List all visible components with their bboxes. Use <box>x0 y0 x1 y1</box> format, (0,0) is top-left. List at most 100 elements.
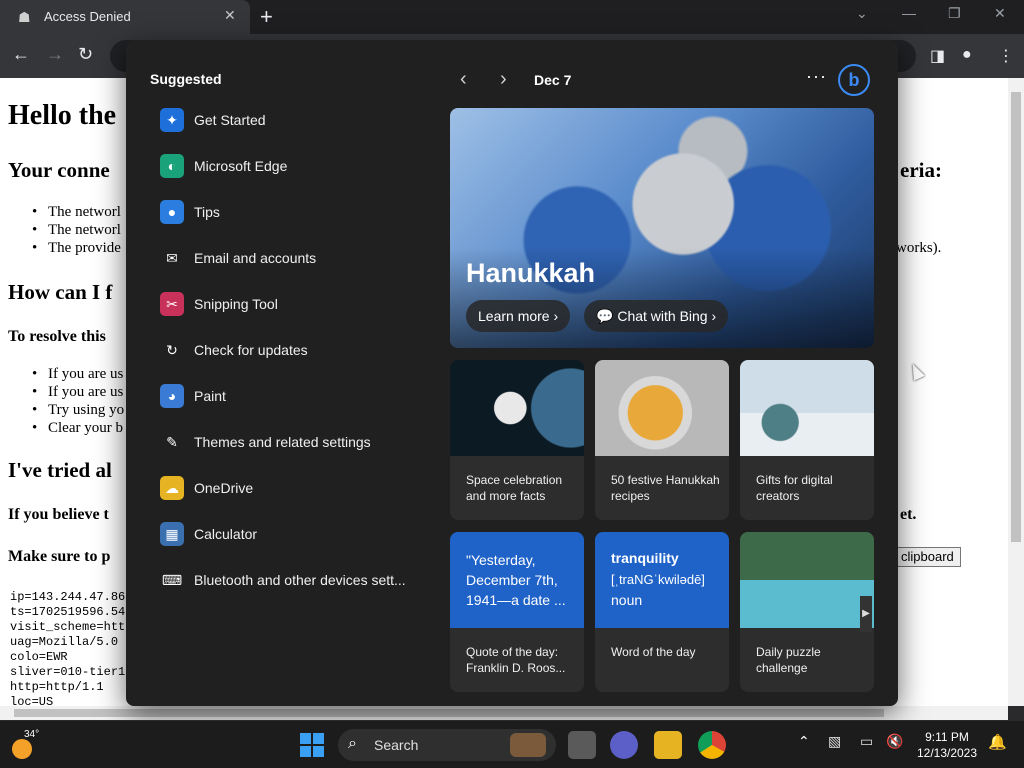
notification-bell-icon[interactable]: 🔔 <box>988 733 1007 751</box>
suggested-item-label: Paint <box>194 388 226 404</box>
weather-widget[interactable]: 34° <box>10 729 50 761</box>
clock-time: 9:11 PM <box>925 730 969 744</box>
astronaut-image <box>450 360 584 456</box>
list-item: If you are us <box>32 366 123 383</box>
previous-day-icon[interactable]: ‹ <box>460 68 467 91</box>
scrollbar-thumb[interactable] <box>1011 92 1021 542</box>
list-item: The provide <box>32 240 121 257</box>
chevron-right-icon: › <box>553 308 559 324</box>
chrome-icon[interactable] <box>698 731 726 759</box>
suggested-item[interactable]: ✂ Snipping Tool <box>150 284 420 324</box>
scroll-right-icon[interactable]: ▶ <box>860 596 872 632</box>
card-caption: Daily puzzle challenge <box>756 645 821 675</box>
gifts-image <box>740 360 874 456</box>
suggested-item-label: Calculator <box>194 526 258 542</box>
list-item: If you are us <box>32 384 123 401</box>
profile-icon[interactable]: ● <box>962 46 972 64</box>
card-caption: Quote of the day: Franklin D. Roos... <box>466 645 566 675</box>
suggested-item[interactable]: ◐ Microsoft Edge <box>150 146 420 186</box>
recipes-image <box>595 360 729 456</box>
teams-icon[interactable] <box>610 731 638 759</box>
bing-icon[interactable]: b <box>838 64 870 96</box>
suggested-item-label: Check for updates <box>194 342 308 358</box>
suggested-item[interactable]: ▦ Calculator <box>150 514 420 554</box>
chat-with-bing-button[interactable]: 💬 Chat with Bing › <box>584 300 729 332</box>
debug-line: uag=Mozilla/5.0 <box>10 635 119 649</box>
suggested-item[interactable]: ⌨ Bluetooth and other devices sett... <box>150 560 420 600</box>
believe-heading-tail: et. <box>900 506 917 523</box>
daily-puzzle-card[interactable]: Daily puzzle challenge <box>740 532 874 692</box>
suggested-item[interactable]: ☁ OneDrive <box>150 468 420 508</box>
suggested-item[interactable]: ✎ Themes and related settings <box>150 422 420 462</box>
connection-heading: Your conne <box>8 158 110 182</box>
card-caption: 50 festive Hanukkah recipes <box>611 473 720 503</box>
suggested-item[interactable]: ✦ Get Started <box>150 100 420 140</box>
show-hidden-icons-icon[interactable]: ⌃ <box>798 733 810 750</box>
recipes-card[interactable]: 50 festive Hanukkah recipes <box>595 360 729 520</box>
back-arrow-icon[interactable]: ← <box>12 44 30 65</box>
card-caption: Gifts for digital creators <box>756 473 833 503</box>
learn-more-label: Learn more <box>478 308 550 324</box>
space-card[interactable]: Space celebration and more facts <box>450 360 584 520</box>
suggested-item-label: OneDrive <box>194 480 254 496</box>
tab-title: Access Denied <box>44 9 131 24</box>
quote-of-the-day-card[interactable]: "Yesterday, December 7th, 1941—a date ..… <box>450 532 584 692</box>
next-day-icon[interactable]: › <box>500 68 507 91</box>
learn-more-button[interactable]: Learn more › <box>466 300 571 332</box>
start-button-icon[interactable] <box>300 733 324 757</box>
card-caption: Space celebration and more facts <box>466 473 563 503</box>
mail-icon: ✉ <box>160 246 184 270</box>
resolve-heading: To resolve this <box>8 328 106 345</box>
list-item: The networl <box>32 204 121 221</box>
suggested-item-label: Email and accounts <box>194 250 317 266</box>
list-item: The networl <box>32 222 121 239</box>
gifts-card[interactable]: Gifts for digital creators <box>740 360 874 520</box>
suggested-item[interactable]: ● Tips <box>150 192 420 232</box>
calculator-icon: ▦ <box>160 522 184 546</box>
side-panel-icon[interactable]: ◨ <box>930 46 945 66</box>
task-view-icon[interactable] <box>568 731 596 759</box>
site-favicon-icon: ☗ <box>18 9 31 25</box>
suggested-item[interactable]: ◕ Paint <box>150 376 420 416</box>
debug-line: colo=EWR <box>10 650 68 664</box>
restore-icon[interactable]: ❐ <box>948 5 961 22</box>
believe-heading: If you believe t <box>8 506 109 523</box>
tab-close-icon[interactable]: ✕ <box>224 7 236 24</box>
hanukkah-hero-card[interactable]: Hanukkah Learn more › 💬 Chat with Bing › <box>450 108 874 348</box>
new-tab-button[interactable]: + <box>260 4 273 30</box>
system-clock[interactable]: 9:11 PM 12/13/2023 <box>912 729 982 761</box>
minimize-icon[interactable]: — <box>902 5 916 21</box>
reload-icon[interactable]: ↻ <box>78 44 93 65</box>
copy-to-clipboard-button[interactable]: clipboard <box>894 547 961 567</box>
browser-tab[interactable]: ☗ Access Denied ✕ <box>0 0 250 34</box>
tab-search-icon[interactable]: ⌄ <box>856 5 868 22</box>
scrollbar-thumb[interactable] <box>14 709 884 717</box>
search-highlight-image <box>510 733 546 757</box>
bluetooth-devices-icon: ⌨ <box>160 568 184 592</box>
horizontal-scrollbar[interactable] <box>0 706 1008 720</box>
taskbar: 34° ⌕ Search ⌃ ▧ ▭ 🔇 9:11 PM 12/13/2023 … <box>0 720 1024 768</box>
snipping-tool-icon: ✂ <box>160 292 184 316</box>
file-explorer-icon[interactable] <box>654 731 682 759</box>
temperature: 34° <box>24 729 40 740</box>
word-of-the-day-card[interactable]: tranquility [ˌtraNGˈkwilədē] noun Word o… <box>595 532 729 692</box>
browser-tab-bar: ☗ Access Denied ✕ + ⌄ — ❐ ✕ <box>0 0 1024 34</box>
page-heading: Hello the <box>8 100 117 131</box>
search-icon: ⌕ <box>348 735 357 752</box>
suggested-item[interactable]: ↻ Check for updates <box>150 330 420 370</box>
network-icon[interactable]: ▧ <box>828 733 841 750</box>
forward-arrow-icon[interactable]: → <box>46 44 64 65</box>
vertical-scrollbar[interactable] <box>1008 78 1024 706</box>
suggested-item-label: Get Started <box>194 112 266 128</box>
tips-icon: ● <box>160 200 184 224</box>
menu-kebab-icon[interactable]: ⋮ <box>998 46 1014 66</box>
taskbar-search[interactable]: ⌕ Search <box>338 729 556 761</box>
window-close-icon[interactable]: ✕ <box>994 5 1006 22</box>
suggested-item[interactable]: ✉ Email and accounts <box>150 238 420 278</box>
debug-line: ip=143.244.47.86 <box>10 590 126 604</box>
word-part-of-speech: noun <box>611 592 643 608</box>
more-options-icon[interactable]: ··· <box>806 66 827 87</box>
suggested-item-label: Bluetooth and other devices sett... <box>194 572 406 588</box>
volume-icon[interactable]: 🔇 <box>886 733 903 750</box>
display-icon[interactable]: ▭ <box>860 733 873 750</box>
